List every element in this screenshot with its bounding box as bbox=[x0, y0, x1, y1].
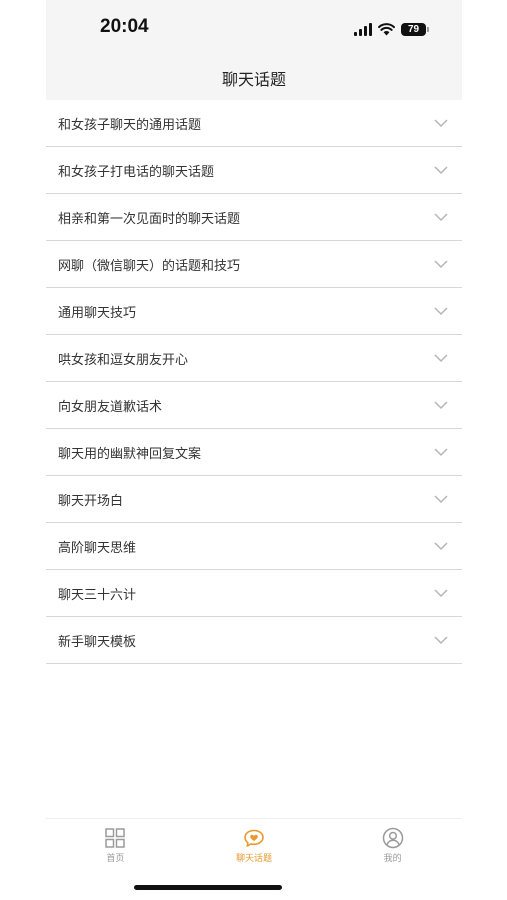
chevron-down-icon bbox=[434, 401, 448, 410]
list-item[interactable]: 聊天三十六计 bbox=[46, 570, 462, 617]
status-time: 20:04 bbox=[100, 16, 149, 37]
list-item[interactable]: 向女朋友道歉话术 bbox=[46, 382, 462, 429]
list-item-label: 相亲和第一次见面时的聊天话题 bbox=[58, 211, 241, 227]
list-item-label: 高阶聊天思维 bbox=[58, 540, 137, 556]
list-item-label: 网聊（微信聊天）的话题和技巧 bbox=[58, 258, 241, 274]
list-item[interactable]: 聊天用的幽默神回复文案 bbox=[46, 429, 462, 476]
chevron-down-icon bbox=[434, 213, 448, 222]
chevron-down-icon bbox=[434, 542, 448, 551]
list-item[interactable]: 通用聊天技巧 bbox=[46, 288, 462, 335]
wifi-icon bbox=[378, 22, 395, 35]
list-item-label: 和女孩子打电话的聊天话题 bbox=[58, 164, 215, 180]
tab-home[interactable]: 首页 bbox=[46, 819, 185, 869]
tab-chat-topics[interactable]: 聊天话题 bbox=[185, 819, 324, 869]
chevron-down-icon bbox=[434, 260, 448, 269]
list-item-label: 聊天开场白 bbox=[58, 493, 124, 509]
list-item-label: 聊天用的幽默神回复文案 bbox=[58, 446, 202, 462]
topic-list: 和女孩子聊天的通用话题 和女孩子打电话的聊天话题 相亲和第一次见面时的聊天话题 … bbox=[46, 100, 462, 664]
chevron-down-icon bbox=[434, 119, 448, 128]
list-item[interactable]: 相亲和第一次见面时的聊天话题 bbox=[46, 194, 462, 241]
list-item[interactable]: 哄女孩和逗女朋友开心 bbox=[46, 335, 462, 382]
list-item[interactable]: 聊天开场白 bbox=[46, 476, 462, 523]
list-item-label: 通用聊天技巧 bbox=[58, 305, 137, 321]
chat-heart-icon bbox=[244, 829, 264, 847]
chevron-down-icon bbox=[434, 354, 448, 363]
list-item-label: 向女朋友道歉话术 bbox=[58, 399, 163, 415]
chevron-down-icon bbox=[434, 448, 448, 457]
cellular-signal-icon bbox=[354, 22, 372, 36]
list-item[interactable]: 高阶聊天思维 bbox=[46, 523, 462, 570]
status-bar: 20:04 79 bbox=[46, 0, 462, 56]
tab-profile[interactable]: 我的 bbox=[323, 819, 462, 869]
battery-icon: 79 bbox=[401, 22, 429, 36]
grid-icon bbox=[105, 828, 126, 848]
chevron-down-icon bbox=[434, 589, 448, 598]
tab-chat-topics-label: 聊天话题 bbox=[236, 854, 273, 864]
list-item-label: 聊天三十六计 bbox=[58, 587, 137, 603]
tab-home-label: 首页 bbox=[106, 854, 125, 864]
home-indicator[interactable] bbox=[134, 885, 282, 890]
chevron-down-icon bbox=[434, 307, 448, 316]
chevron-down-icon bbox=[434, 166, 448, 175]
chevron-down-icon bbox=[434, 636, 448, 645]
list-item[interactable]: 网聊（微信聊天）的话题和技巧 bbox=[46, 241, 462, 288]
tab-profile-label: 我的 bbox=[383, 854, 402, 864]
list-item[interactable]: 和女孩子打电话的聊天话题 bbox=[46, 147, 462, 194]
chevron-down-icon bbox=[434, 495, 448, 504]
user-icon bbox=[382, 827, 403, 849]
status-indicators: 79 bbox=[354, 20, 429, 38]
list-item-label: 哄女孩和逗女朋友开心 bbox=[58, 352, 189, 368]
top-area: 20:04 79 聊天话题 bbox=[46, 0, 462, 100]
list-item-label: 和女孩子聊天的通用话题 bbox=[58, 117, 202, 133]
list-item[interactable]: 和女孩子聊天的通用话题 bbox=[46, 100, 462, 147]
list-item-label: 新手聊天模板 bbox=[58, 634, 137, 650]
tab-bar: 首页 聊天话题 我的 bbox=[46, 818, 462, 869]
list-item[interactable]: 新手聊天模板 bbox=[46, 617, 462, 664]
app-screen: 20:04 79 聊天话题 和女孩子聊天的通用话题 和女孩子打电话的聊天话题 相… bbox=[46, 0, 462, 900]
page-title: 聊天话题 bbox=[221, 70, 286, 89]
